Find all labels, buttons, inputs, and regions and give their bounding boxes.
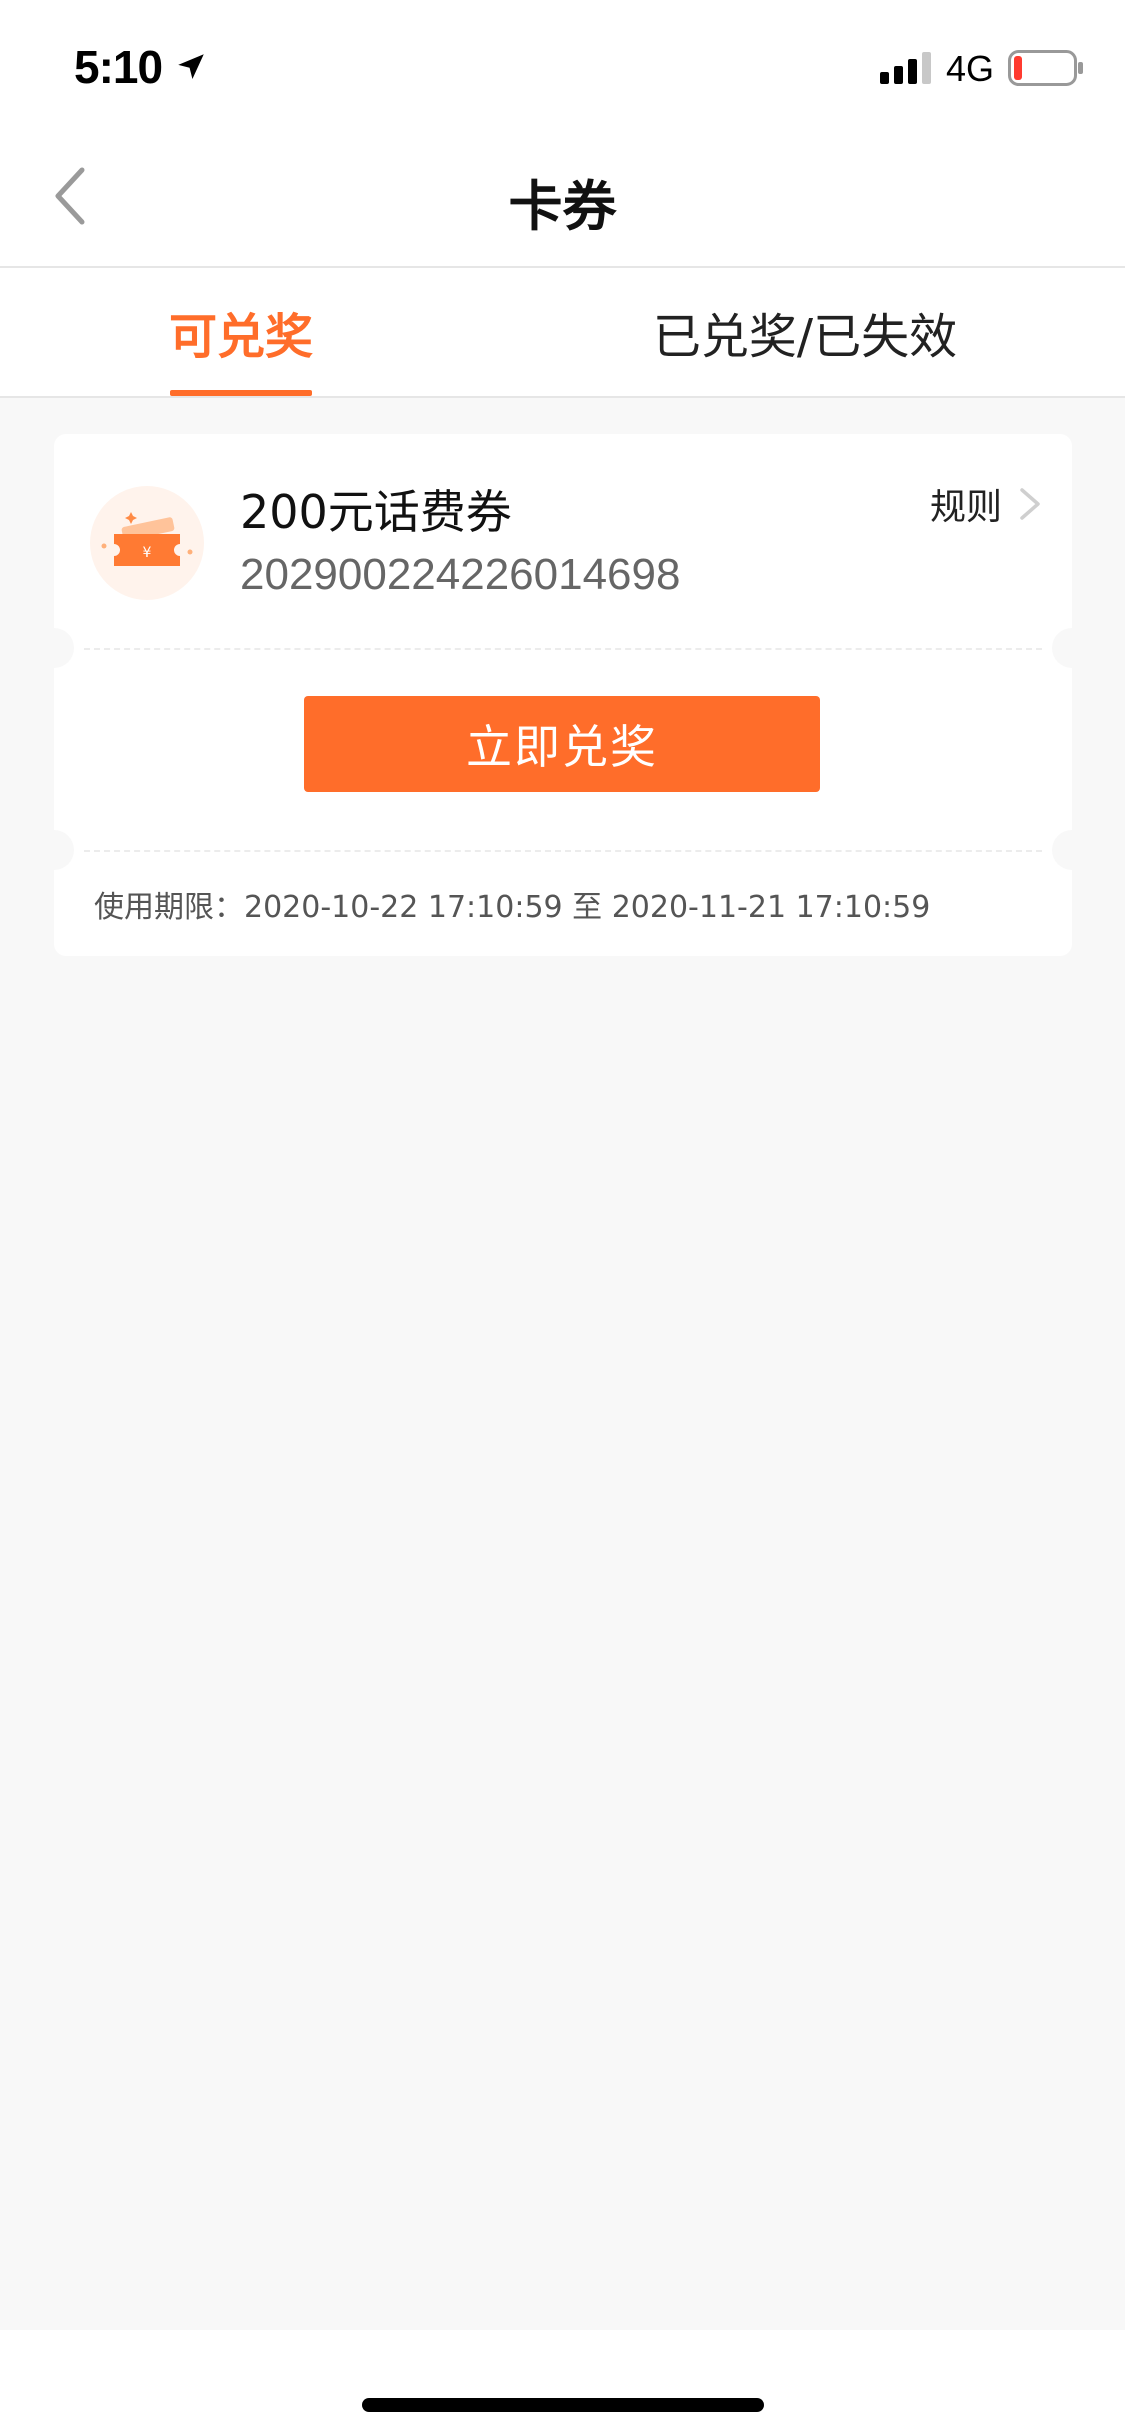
coupon-icon-badge: ¥ [90,486,204,600]
card-notch-right [1052,628,1080,668]
redeem-now-button[interactable]: 立即兑奖 [304,696,820,792]
home-indicator[interactable] [362,2398,764,2412]
tab-redeemed-expired-label: 已兑奖/已失效 [652,309,958,365]
card-notch-right [1052,830,1080,870]
svg-text:¥: ¥ [143,545,152,561]
signal-bars-icon [880,52,931,84]
card-notch-left [46,628,74,668]
nav-bar: 卡券 [0,132,1125,268]
status-bar: 5:10 4G [0,0,1125,132]
home-indicator-area [0,2330,1125,2436]
card-divider [84,648,1042,650]
coupon-name: 200元话费券 [240,485,512,539]
card-notch-left [46,830,74,870]
coupon-card: ¥ 200元话费券 2029002242260146​98 规则 立即兑奖 使用… [46,434,1080,956]
tab-redeemable[interactable]: 可兑奖 [160,268,322,396]
network-type: 4G [946,48,995,89]
tab-redeemable-label: 可兑奖 [168,309,313,365]
rules-link[interactable]: 规则 [930,478,1044,530]
coupon-code: 2029002242260146​98 [240,550,681,599]
battery-low-icon [1008,50,1083,86]
tab-bar: 可兑奖 已兑奖/已失效 [0,268,1125,398]
tab-active-indicator [170,390,312,396]
ticket-yuan-icon: ¥ [101,512,193,566]
card-divider [84,850,1042,852]
validity-period: 使用期限：2020-10-22 17:10:59 至 2020-11-21 17… [94,890,931,925]
location-arrow-icon [178,54,204,80]
chevron-right-icon [1020,488,1040,520]
status-time: 5:10 [74,41,163,93]
page-title: 卡券 [508,175,617,238]
tab-redeemed-expired[interactable]: 已兑奖/已失效 [630,268,980,396]
rules-label: 规则 [929,487,1002,528]
